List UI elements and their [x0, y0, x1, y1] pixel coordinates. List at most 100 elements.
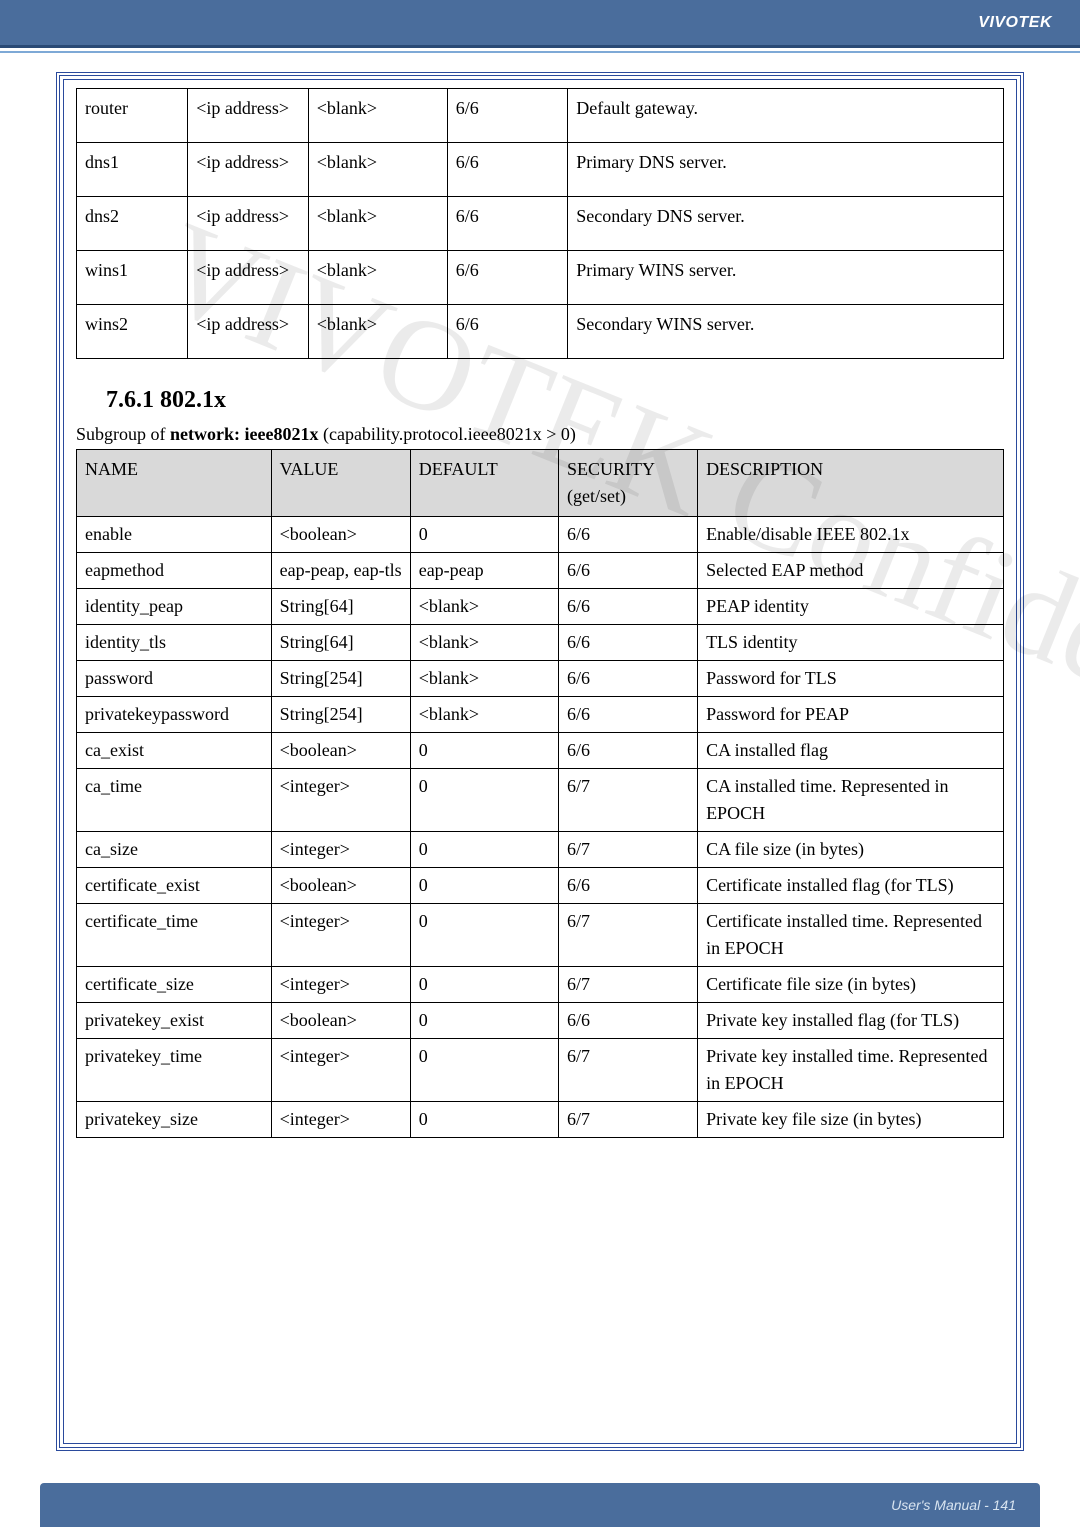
cell: 6/7 — [559, 769, 698, 832]
table-row: ca_size<integer>06/7CA file size (in byt… — [77, 832, 1004, 868]
subgroup-suffix: (capability.protocol.ieee8021x > 0) — [318, 424, 575, 444]
col-security: SECURITY (get/set) — [559, 450, 698, 517]
cell: 6/6 — [559, 589, 698, 625]
cell: ca_exist — [77, 733, 272, 769]
cell: ca_size — [77, 832, 272, 868]
cell: 0 — [410, 1102, 558, 1138]
cell: 0 — [410, 769, 558, 832]
cell: 0 — [410, 904, 558, 967]
cell: wins1 — [77, 251, 188, 305]
cell: privatekey_size — [77, 1102, 272, 1138]
cell: Certificate file size (in bytes) — [698, 967, 1004, 1003]
subgroup-prefix: Subgroup of — [76, 424, 170, 444]
cell: router — [77, 89, 188, 143]
cell: 0 — [410, 1003, 558, 1039]
cell: 6/6 — [447, 89, 568, 143]
table-row: ca_time<integer>06/7CA installed time. R… — [77, 769, 1004, 832]
brand-label: VIVOTEK — [978, 14, 1052, 32]
table-row: passwordString[254]<blank>6/6Password fo… — [77, 661, 1004, 697]
cell: <blank> — [308, 251, 447, 305]
cell: <boolean> — [271, 1003, 410, 1039]
table-row: dns1<ip address><blank>6/6Primary DNS se… — [77, 143, 1004, 197]
cell: 0 — [410, 832, 558, 868]
content-area: router<ip address><blank>6/6Default gate… — [76, 88, 1004, 1138]
cell: <integer> — [271, 904, 410, 967]
section-title: 7.6.1 802.1x — [106, 387, 1004, 414]
subgroup-bold: network: ieee8021x — [170, 424, 318, 444]
header-band: VIVOTEK — [0, 0, 1080, 48]
table-row: certificate_size<integer>06/7Certificate… — [77, 967, 1004, 1003]
cell: Selected EAP method — [698, 553, 1004, 589]
cell: certificate_time — [77, 904, 272, 967]
cell: certificate_exist — [77, 868, 272, 904]
table-row: certificate_time<integer>06/7Certificate… — [77, 904, 1004, 967]
col-name: NAME — [77, 450, 272, 517]
cell: Private key file size (in bytes) — [698, 1102, 1004, 1138]
cell: Certificate installed flag (for TLS) — [698, 868, 1004, 904]
cell: <integer> — [271, 769, 410, 832]
cell: <integer> — [271, 967, 410, 1003]
cell: String[254] — [271, 697, 410, 733]
cell: privatekey_time — [77, 1039, 272, 1102]
col-default: DEFAULT — [410, 450, 558, 517]
table-row: eapmethodeap-peap, eap-tlseap-peap6/6Sel… — [77, 553, 1004, 589]
cell: 6/7 — [559, 904, 698, 967]
cell: Primary WINS server. — [568, 251, 1004, 305]
cell: wins2 — [77, 305, 188, 359]
cell: <blank> — [410, 589, 558, 625]
cell: <ip address> — [188, 197, 309, 251]
cell: 6/7 — [559, 967, 698, 1003]
cell: eapmethod — [77, 553, 272, 589]
cell: certificate_size — [77, 967, 272, 1003]
table-row: privatekey_time<integer>06/7Private key … — [77, 1039, 1004, 1102]
cell: Primary DNS server. — [568, 143, 1004, 197]
cell: 6/7 — [559, 832, 698, 868]
cell: eap-peap — [410, 553, 558, 589]
cell: String[254] — [271, 661, 410, 697]
cell: 0 — [410, 733, 558, 769]
cell: 0 — [410, 967, 558, 1003]
cell: eap-peap, eap-tls — [271, 553, 410, 589]
subgroup-caption: Subgroup of network: ieee8021x (capabili… — [76, 424, 1004, 445]
table-row: router<ip address><blank>6/6Default gate… — [77, 89, 1004, 143]
cell: <ip address> — [188, 89, 309, 143]
cell: <blank> — [308, 305, 447, 359]
cell: <blank> — [410, 697, 558, 733]
cell: 6/6 — [559, 733, 698, 769]
table-row: privatekeypasswordString[254]<blank>6/6P… — [77, 697, 1004, 733]
cell: <ip address> — [188, 251, 309, 305]
cell: 6/7 — [559, 1039, 698, 1102]
table-row: wins2<ip address><blank>6/6Secondary WIN… — [77, 305, 1004, 359]
cell: <ip address> — [188, 143, 309, 197]
cell: Secondary WINS server. — [568, 305, 1004, 359]
cell: 6/6 — [559, 553, 698, 589]
col-description: DESCRIPTION — [698, 450, 1004, 517]
cell: CA file size (in bytes) — [698, 832, 1004, 868]
cell: <blank> — [410, 661, 558, 697]
cell: 6/6 — [559, 517, 698, 553]
table-row: identity_peapString[64]<blank>6/6PEAP id… — [77, 589, 1004, 625]
table-row: dns2<ip address><blank>6/6Secondary DNS … — [77, 197, 1004, 251]
cell: <ip address> — [188, 305, 309, 359]
cell: Secondary DNS server. — [568, 197, 1004, 251]
cell: dns2 — [77, 197, 188, 251]
cell: 6/6 — [559, 1003, 698, 1039]
cell: <blank> — [308, 197, 447, 251]
cell: CA installed time. Represented in EPOCH — [698, 769, 1004, 832]
cell: String[64] — [271, 589, 410, 625]
cell: <boolean> — [271, 517, 410, 553]
cell: <integer> — [271, 1102, 410, 1138]
cell: <boolean> — [271, 868, 410, 904]
cell: identity_tls — [77, 625, 272, 661]
cell: Enable/disable IEEE 802.1x — [698, 517, 1004, 553]
cell: Password for PEAP — [698, 697, 1004, 733]
cell: 0 — [410, 868, 558, 904]
table-row: ca_exist<boolean>06/6CA installed flag — [77, 733, 1004, 769]
cell: 6/6 — [559, 661, 698, 697]
table-row: enable<boolean>06/6Enable/disable IEEE 8… — [77, 517, 1004, 553]
table-row: wins1<ip address><blank>6/6Primary WINS … — [77, 251, 1004, 305]
table-row: privatekey_exist<boolean>06/6Private key… — [77, 1003, 1004, 1039]
cell: TLS identity — [698, 625, 1004, 661]
cell: ca_time — [77, 769, 272, 832]
ieee8021x-table: NAME VALUE DEFAULT SECURITY (get/set) DE… — [76, 449, 1004, 1138]
